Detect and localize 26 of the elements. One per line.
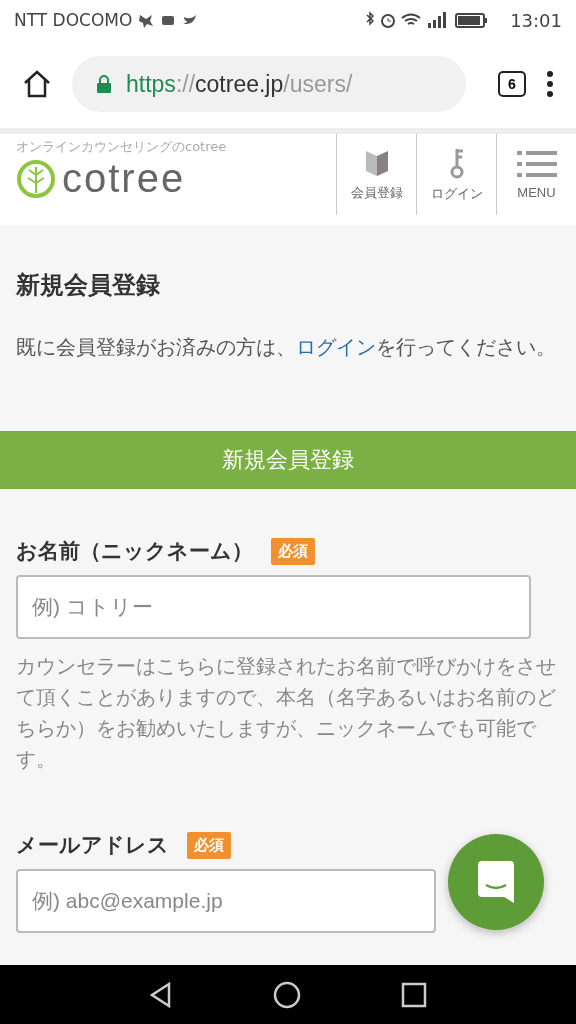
input-field[interactable]: 例) コトリー	[16, 575, 531, 639]
site-tagline: オンラインカウンセリングのcotree	[16, 138, 228, 156]
home-icon[interactable]	[22, 70, 52, 98]
field-label: お名前（ニックネーム）	[16, 538, 253, 565]
required-badge: 必須	[271, 537, 315, 565]
section-header: 新規会員登録	[0, 431, 576, 489]
login-link[interactable]: ログイン	[296, 335, 376, 359]
lock-icon	[96, 74, 112, 94]
url-text: https://cotree.jp/users/	[126, 70, 353, 98]
address-bar[interactable]: https://cotree.jp/users/	[72, 56, 466, 112]
logo-text[interactable]: cotree	[62, 156, 186, 201]
help-text: カウンセラーはこちらに登録されたお名前で呼びかけをさせて頂くことがありますので、本名（名字あるいはお名前のどちらか）をお勧めいたしますが、ニックネームでも可能です。	[16, 653, 557, 773]
field-label: メールアドレス	[16, 832, 169, 859]
clock-time: 13:01	[510, 9, 562, 31]
chat-icon	[476, 859, 516, 905]
carrier-name: NTT DOCOMO	[14, 10, 133, 30]
menu-icon	[516, 149, 557, 179]
more-options-icon[interactable]	[546, 70, 554, 98]
recent-apps-icon[interactable]	[401, 981, 427, 1008]
required-badge: 必須	[187, 831, 231, 859]
input-field[interactable]: 例) abc@example.jp	[16, 869, 436, 933]
tab-count-button[interactable]: 6	[498, 71, 526, 97]
chat-button[interactable]	[448, 834, 544, 930]
login-notice: 既に会員登録がお済みの方は、ログインを行ってください。	[16, 334, 557, 361]
page-title: 新規会員登録	[16, 270, 161, 301]
back-icon[interactable]	[149, 981, 173, 1008]
